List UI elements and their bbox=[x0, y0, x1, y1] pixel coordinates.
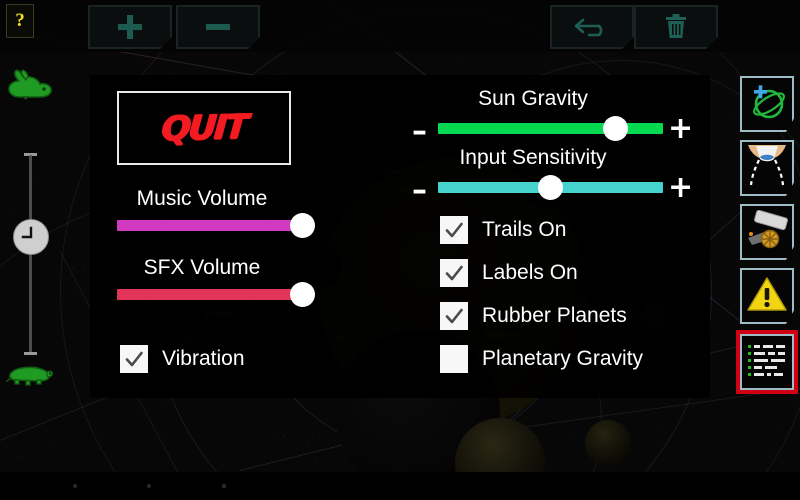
slingshot-icon bbox=[744, 143, 790, 194]
top-toolbar: ? bbox=[0, 0, 800, 52]
speed-slider-bottom-cap bbox=[24, 352, 37, 355]
trails-on-label: Trails On bbox=[482, 218, 567, 241]
add-planet-button[interactable] bbox=[740, 76, 794, 132]
planetary-gravity-checkbox[interactable]: Planetary Gravity bbox=[440, 345, 643, 373]
plus-icon bbox=[115, 12, 145, 42]
planetary-gravity-label: Planetary Gravity bbox=[482, 347, 644, 370]
vibration-label: Vibration bbox=[162, 347, 245, 370]
delete-button[interactable] bbox=[634, 5, 718, 49]
labels-on-label: Labels On bbox=[482, 261, 578, 284]
planet-plus-icon bbox=[746, 81, 788, 128]
star bbox=[461, 62, 462, 63]
cannon-button[interactable] bbox=[740, 204, 794, 260]
planetary-gravity-checkbox-box[interactable] bbox=[440, 345, 468, 373]
star bbox=[316, 461, 317, 462]
star bbox=[284, 436, 285, 437]
undo-arrow-icon bbox=[573, 14, 611, 40]
clock-icon bbox=[14, 226, 48, 258]
checkmark-icon bbox=[123, 348, 145, 370]
launch-slingshot-button[interactable] bbox=[740, 140, 794, 196]
star bbox=[549, 62, 550, 63]
planet-body bbox=[585, 420, 631, 466]
star bbox=[764, 326, 765, 327]
star bbox=[770, 452, 771, 453]
star bbox=[570, 432, 571, 433]
help-label: ? bbox=[15, 10, 25, 31]
minus-icon bbox=[203, 12, 233, 42]
trash-icon bbox=[663, 13, 689, 41]
star bbox=[73, 267, 74, 268]
star bbox=[166, 402, 167, 403]
star bbox=[276, 436, 277, 437]
music-volume-knob[interactable] bbox=[289, 213, 315, 238]
cannon-icon bbox=[744, 209, 790, 255]
sfx-volume-knob[interactable] bbox=[289, 282, 315, 307]
quit-label: QUIT bbox=[160, 106, 248, 150]
star bbox=[431, 469, 432, 470]
warning-triangle-icon bbox=[746, 275, 788, 318]
sfx-volume-track[interactable] bbox=[117, 289, 302, 300]
star bbox=[21, 456, 22, 457]
remove-body-button[interactable] bbox=[176, 5, 260, 49]
star bbox=[11, 208, 12, 209]
input-sensitivity-minus-button[interactable]: – bbox=[412, 176, 427, 206]
app-screen: SunPlutonBuranusFordoxnaceCogHip o ? bbox=[0, 0, 800, 500]
sfx-volume-track-area[interactable] bbox=[117, 282, 315, 307]
speed-slider-knob[interactable] bbox=[13, 219, 49, 255]
labels-on-checkbox-box[interactable] bbox=[440, 259, 468, 287]
undo-button[interactable] bbox=[550, 5, 634, 49]
settings-dialog: QUIT Music Volume SFX Volume Vibration S… bbox=[90, 75, 710, 398]
music-volume-track[interactable] bbox=[117, 220, 302, 231]
checkmark-icon bbox=[443, 305, 465, 327]
input-sensitivity-knob[interactable] bbox=[538, 175, 563, 200]
sun-gravity-minus-button[interactable]: – bbox=[412, 117, 427, 147]
settings-menu-button[interactable] bbox=[736, 330, 798, 394]
star bbox=[83, 267, 84, 268]
sun-gravity-track[interactable] bbox=[438, 123, 663, 134]
input-sensitivity-label: Input Sensitivity bbox=[459, 146, 607, 169]
vibration-checkbox[interactable]: Vibration bbox=[120, 345, 245, 373]
help-button[interactable]: ? bbox=[6, 4, 34, 38]
add-body-button[interactable] bbox=[88, 5, 172, 49]
vibration-checkbox-box[interactable] bbox=[120, 345, 148, 373]
rubber-planets-checkbox-box[interactable] bbox=[440, 302, 468, 330]
labels-on-checkbox[interactable]: Labels On bbox=[440, 259, 578, 287]
sfx-volume-label: SFX Volume bbox=[143, 256, 261, 279]
input-sensitivity-plus-button[interactable]: + bbox=[668, 173, 693, 203]
quit-button[interactable]: QUIT bbox=[117, 91, 291, 165]
nav-home-button[interactable] bbox=[147, 484, 151, 488]
android-nav-bar bbox=[0, 472, 800, 500]
star bbox=[50, 446, 51, 447]
input-sensitivity-track-area[interactable] bbox=[438, 175, 663, 200]
warning-button[interactable] bbox=[740, 268, 794, 324]
star bbox=[35, 180, 36, 181]
sun-gravity-track-area[interactable] bbox=[438, 116, 663, 141]
star bbox=[307, 444, 308, 445]
music-volume-label: Music Volume bbox=[136, 187, 268, 210]
nav-recents-button[interactable] bbox=[222, 484, 226, 488]
nav-back-button[interactable] bbox=[73, 484, 77, 488]
list-menu-icon bbox=[746, 341, 788, 384]
sun-gravity-plus-button[interactable]: + bbox=[668, 114, 693, 144]
star bbox=[733, 117, 734, 118]
rubber-planets-label: Rubber Planets bbox=[482, 304, 627, 327]
sun-gravity-label: Sun Gravity bbox=[478, 87, 588, 110]
rabbit-icon bbox=[6, 68, 54, 115]
sun-gravity-knob[interactable] bbox=[603, 116, 629, 141]
settings-menu-inner bbox=[740, 334, 794, 390]
star bbox=[658, 426, 659, 427]
star bbox=[312, 433, 313, 434]
trails-on-checkbox-box[interactable] bbox=[440, 216, 468, 244]
trails-on-checkbox[interactable]: Trails On bbox=[440, 216, 566, 244]
star bbox=[51, 434, 52, 435]
turtle-icon bbox=[6, 358, 54, 397]
music-volume-track-area[interactable] bbox=[117, 213, 315, 238]
star bbox=[781, 431, 782, 432]
rubber-planets-checkbox[interactable]: Rubber Planets bbox=[440, 302, 627, 330]
checkmark-icon bbox=[443, 219, 465, 241]
checkmark-icon bbox=[443, 262, 465, 284]
